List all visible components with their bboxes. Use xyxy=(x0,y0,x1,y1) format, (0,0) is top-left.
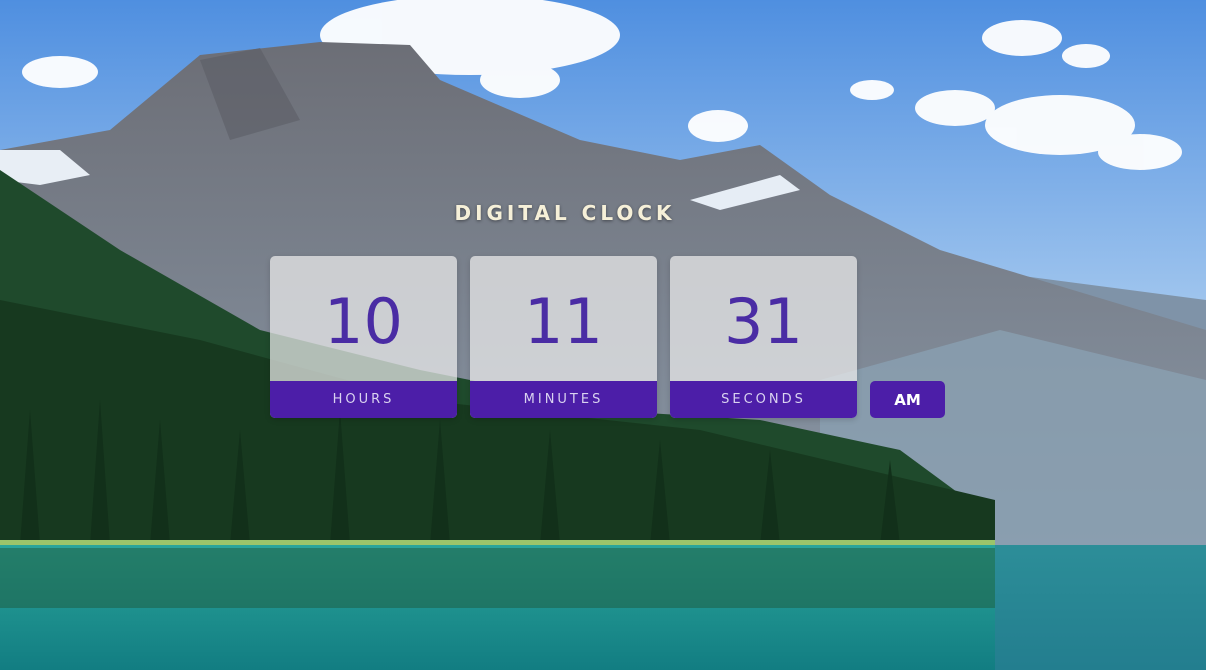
minutes-label: MINUTES xyxy=(470,381,657,418)
hours-box: 10 HOURS xyxy=(270,256,457,418)
am-pm-badge: AM xyxy=(870,381,945,418)
seconds-label: SECONDS xyxy=(670,381,857,418)
clock-title: DIGITAL CLOCK xyxy=(454,201,676,225)
minutes-box: 11 MINUTES xyxy=(470,256,657,418)
seconds-box: 31 SECONDS xyxy=(670,256,857,418)
seconds-value: 31 xyxy=(724,285,803,358)
hours-label: HOURS xyxy=(270,381,457,418)
minutes-value: 11 xyxy=(524,285,603,358)
hours-value: 10 xyxy=(324,285,403,358)
